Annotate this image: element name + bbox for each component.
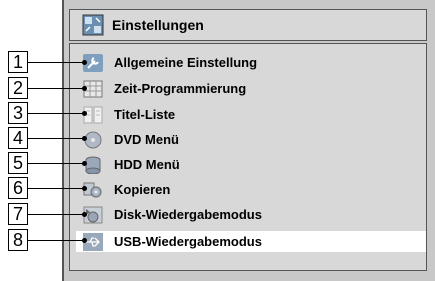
callout-dot <box>82 136 87 141</box>
menu-item-label: DVD Menü <box>114 132 179 147</box>
callout-number: 4 <box>8 127 28 149</box>
callout-dot <box>82 60 87 65</box>
menu-header: Einstellungen <box>69 9 427 41</box>
menu-item-label: Disk-Wiedergabemodus <box>114 207 262 222</box>
menu-item-disk-wiedergabemodus[interactable]: Disk-Wiedergabemodus <box>76 204 426 225</box>
menu-item-titel-liste[interactable]: Titel-Liste <box>76 104 426 125</box>
callout-number: 1 <box>8 51 28 73</box>
callout-number: 2 <box>8 77 28 99</box>
callout-dot <box>82 186 87 191</box>
menu-item-label: Titel-Liste <box>114 107 176 122</box>
callout-dot <box>82 212 87 217</box>
menu-item-zeit-programmierung[interactable]: Zeit-Programmierung <box>76 78 426 99</box>
callout-number: 8 <box>8 229 28 251</box>
menu-item-kopieren[interactable]: Kopieren <box>76 179 426 200</box>
callout-line <box>28 163 84 164</box>
screen: Einstellungen Allgemeine Einstellung Zei… <box>0 0 435 281</box>
callout-line <box>28 240 84 241</box>
menu-item-allgemeine-einstellung[interactable]: Allgemeine Einstellung <box>76 52 426 73</box>
callout-dot <box>82 238 87 243</box>
menu-item-usb-wiedergabemodus[interactable]: USB-Wiedergabemodus <box>76 231 426 252</box>
callout-line <box>28 188 84 189</box>
callout-dot <box>82 86 87 91</box>
menu-item-label: Allgemeine Einstellung <box>114 55 258 70</box>
menu-item-label: Zeit-Programmierung <box>114 81 247 96</box>
callout-line <box>28 62 84 63</box>
callout-line <box>28 138 84 139</box>
callout-dot <box>82 111 87 116</box>
callout-line <box>28 113 84 114</box>
callout-line <box>28 214 84 215</box>
settings-icon <box>82 14 104 36</box>
menu-item-label: USB-Wiedergabemodus <box>114 234 262 249</box>
callout-dot <box>82 161 87 166</box>
callout-line <box>28 88 84 89</box>
callout-number: 6 <box>8 177 28 199</box>
menu-item-dvd-menu[interactable]: DVD Menü <box>76 129 426 150</box>
menu-item-label: HDD Menü <box>114 157 180 172</box>
callout-number: 7 <box>8 203 28 225</box>
menu-item-hdd-menu[interactable]: HDD Menü <box>76 154 426 175</box>
menu-items-panel: Allgemeine Einstellung Zeit-Programmieru… <box>69 43 427 271</box>
callout-number: 5 <box>8 152 28 174</box>
menu-title: Einstellungen <box>112 17 204 33</box>
menu-item-label: Kopieren <box>114 182 171 197</box>
callout-number: 3 <box>8 102 28 124</box>
